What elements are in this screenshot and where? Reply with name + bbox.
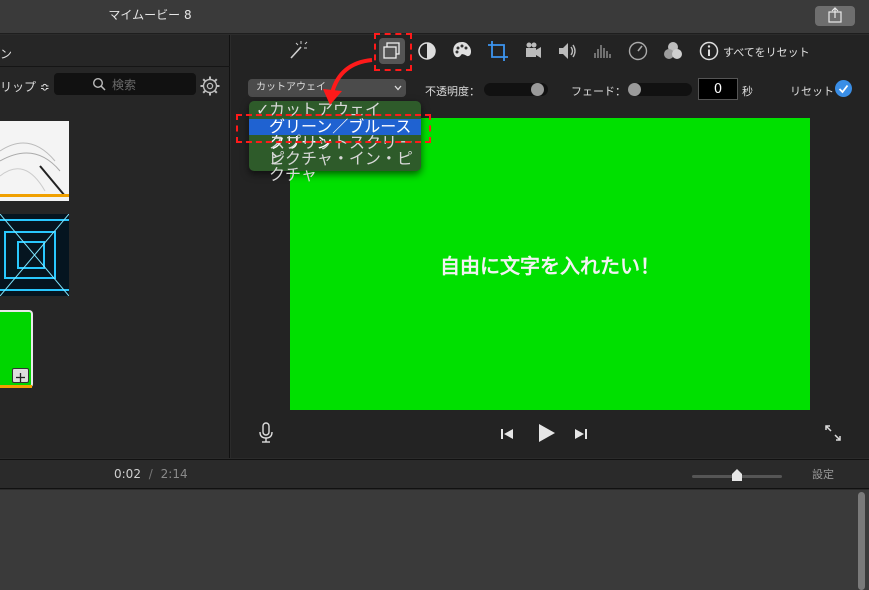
opacity-label: 不透明度： <box>425 85 480 98</box>
opacity-slider[interactable] <box>484 83 548 96</box>
search-icon <box>92 77 106 91</box>
speed-icon[interactable] <box>626 39 650 63</box>
clip-thumbnail[interactable] <box>0 214 69 296</box>
share-button[interactable] <box>815 6 855 26</box>
settings-button[interactable]: 設定 <box>812 466 834 482</box>
window-title: マイムービー 8 <box>108 8 192 22</box>
stabilization-icon[interactable] <box>520 39 544 63</box>
search-input[interactable] <box>112 77 192 93</box>
timeline-area[interactable] <box>0 490 869 590</box>
fade-knob[interactable] <box>628 83 641 96</box>
zoom-slider-knob[interactable] <box>731 468 743 482</box>
previous-icon[interactable] <box>499 426 515 442</box>
vertical-scrollbar[interactable] <box>858 492 865 590</box>
reset-label[interactable]: リセット <box>790 83 834 99</box>
noise-reduction-icon[interactable] <box>590 39 614 63</box>
crop-icon[interactable] <box>486 39 510 63</box>
next-icon[interactable] <box>573 426 589 442</box>
time-separator: / <box>148 467 153 481</box>
color-balance-icon[interactable] <box>415 39 439 63</box>
annotation-box <box>374 33 412 71</box>
volume-icon[interactable] <box>555 39 579 63</box>
add-icon[interactable] <box>12 368 29 383</box>
clip-filter-icon[interactable] <box>661 39 685 63</box>
clip-thumbnail[interactable] <box>0 121 69 201</box>
gear-icon[interactable] <box>199 75 221 97</box>
clip-image <box>0 142 69 197</box>
clip-filter-select[interactable]: リップ ≎ <box>0 78 50 95</box>
info-icon[interactable] <box>697 39 721 63</box>
reset-button[interactable] <box>835 80 852 97</box>
checkmark-icon <box>838 84 849 94</box>
opacity-knob[interactable] <box>530 83 544 96</box>
color-correction-icon[interactable] <box>450 39 474 63</box>
clip-image <box>0 214 69 296</box>
divider <box>0 66 230 67</box>
share-icon <box>828 7 842 23</box>
time-display: 0:02 / 2:14 <box>114 467 188 481</box>
preview-caption: 自由に文字を入れたい！ <box>440 254 660 278</box>
fade-slider[interactable] <box>628 83 692 96</box>
total-time: 2:14 <box>160 467 188 481</box>
microphone-icon[interactable] <box>256 421 276 445</box>
magic-wand-icon[interactable] <box>285 38 309 62</box>
fade-label: フェード： <box>571 85 626 98</box>
annotation-arrow-icon <box>323 58 373 105</box>
reset-all-button[interactable]: すべてをリセット <box>723 44 810 60</box>
library-header: ン <box>0 47 13 61</box>
fullscreen-icon[interactable] <box>823 423 843 443</box>
seconds-unit: 秒 <box>742 85 753 98</box>
chevron-down-icon <box>394 85 402 91</box>
clip-range-bar <box>0 385 32 388</box>
play-icon[interactable] <box>535 422 557 444</box>
annotation-box <box>236 114 431 143</box>
fade-seconds-input[interactable] <box>698 78 738 100</box>
current-time: 0:02 <box>114 467 141 481</box>
menu-item-picture-in-picture[interactable]: ピクチャ・イン・ピクチャ <box>249 151 421 183</box>
